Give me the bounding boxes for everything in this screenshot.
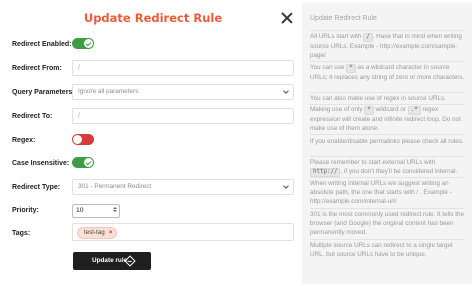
help-p4: Making use of only * wildcard or .* rege… (310, 106, 461, 133)
chevron-down-icon (283, 183, 289, 189)
update-rule-button-label: Update rule (92, 257, 128, 264)
help-panel: Update Redirect Rule All URLs start with… (302, 3, 472, 284)
help-p6: Please remember to start external URLs w… (310, 159, 458, 178)
query-parameters-select[interactable]: Ignore all parameters (72, 84, 294, 100)
help-title: Update Redirect Rule (310, 15, 377, 22)
tag-label: test-tag (84, 228, 105, 236)
help-divider (310, 177, 465, 178)
help-p8: 301 is the most commonly used redirect r… (310, 211, 464, 237)
help-divider (310, 134, 465, 135)
query-parameters-value: Ignore all parameters (78, 88, 139, 95)
tag-remove-icon[interactable]: × (109, 228, 113, 238)
redirect-to-label: Redirect To: (12, 113, 53, 120)
redirect-rule-form: Update Redirect Rule Redirect Enabled: R… (0, 0, 300, 286)
help-divider (310, 92, 465, 93)
priority-input[interactable]: 10 (72, 204, 120, 218)
tags-input[interactable]: test-tag × (72, 223, 294, 241)
redirect-type-label: Redirect Type: (12, 184, 61, 191)
priority-label: Priority: (12, 207, 39, 214)
dialog-title: Update Redirect Rule (83, 11, 223, 25)
help-p2: You can use * as a wildcard character in… (310, 64, 465, 81)
regex-toggle[interactable] (72, 134, 94, 145)
redirect-from-label: Redirect From: (12, 65, 62, 72)
chevron-down-icon (283, 88, 289, 94)
spinner-arrows-icon[interactable] (112, 207, 117, 215)
help-p9: Multiple source URLs can redirect to a s… (310, 242, 453, 259)
help-p7: When writing internal URLs we suggest wr… (310, 180, 452, 206)
redirect-from-input[interactable]: / (72, 60, 294, 76)
redirect-type-value: 301 - Permanent Redirect (78, 183, 152, 190)
update-rule-button[interactable]: Update rule (73, 252, 151, 270)
case-insensitive-toggle[interactable] (72, 157, 94, 168)
help-divider (310, 30, 465, 31)
query-parameters-label: Query Parameters: (12, 89, 75, 96)
case-insensitive-label: Case Insensitive: (12, 160, 70, 167)
tag-chip: test-tag × (77, 226, 117, 239)
close-icon[interactable] (281, 12, 293, 24)
help-p3: You can also make use of regex in source… (310, 95, 446, 102)
help-p5: If you enable/disable permalinks please … (310, 138, 464, 145)
redirect-enabled-label: Redirect Enabled: (12, 41, 72, 48)
redirect-type-select[interactable]: 301 - Permanent Redirect (72, 179, 294, 195)
toggle-knob (73, 135, 82, 144)
regex-label: Regex: (12, 137, 36, 144)
tags-label: Tags: (12, 230, 31, 237)
help-divider (310, 156, 465, 157)
priority-value: 10 (76, 207, 84, 214)
help-divider (310, 61, 465, 62)
help-divider (310, 208, 465, 209)
redirect-to-input[interactable]: / (72, 108, 294, 124)
help-divider (310, 239, 465, 240)
help-p1: All URLs start with /. Have that in mind… (310, 33, 462, 60)
redirect-enabled-toggle[interactable] (72, 38, 94, 49)
